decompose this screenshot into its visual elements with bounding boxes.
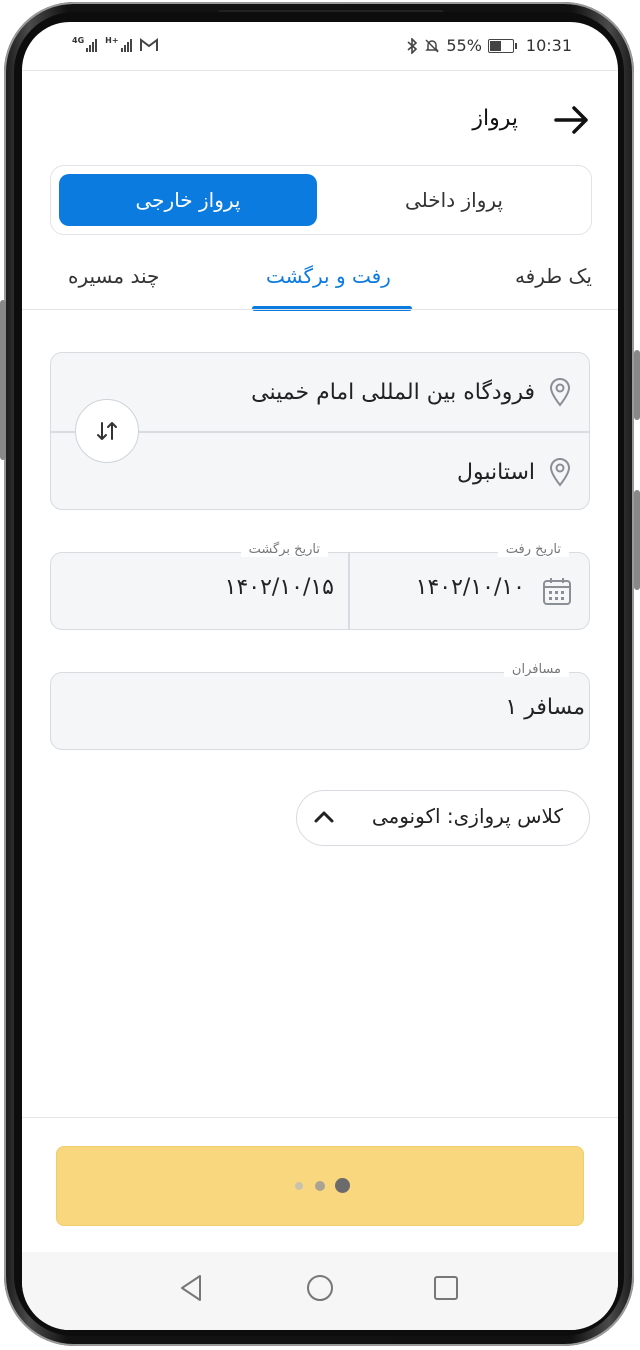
network-type-label: H+ [105,36,119,45]
flight-class-label: کلاس پروازی: اکونومی [371,804,563,828]
clock: 10:31 [525,36,572,55]
passengers-value: ۱ مسافر [505,695,585,720]
phone-side-button [634,350,640,420]
system-navigation-bar [22,1252,618,1330]
signal-icon: H+ [105,36,132,52]
phone-side-button [0,300,6,460]
loading-dot [295,1182,303,1190]
bluetooth-icon [407,37,418,54]
loading-dot [335,1178,350,1193]
search-flights-button[interactable] [56,1146,584,1226]
return-date-label: تاریخ برگشت [240,542,328,557]
passengers-label: مسافران [503,662,569,677]
international-flight-button[interactable]: پرواز خارجی [59,174,317,226]
tab-one-way[interactable]: یک طرفه [515,264,592,288]
mute-icon [425,38,440,53]
trip-type-tabs: یک طرفه رفت و برگشت چند مسیره [22,254,618,311]
gmail-icon [139,38,158,51]
domestic-flight-button[interactable]: پرواز داخلی [325,174,583,226]
location-pin-icon [549,458,571,487]
flight-type-toggle: پرواز خارجی پرواز داخلی [50,165,592,235]
destination-field[interactable]: استانبول [457,433,571,511]
network-type-label: 4G [72,36,85,45]
origin-label: فرودگاه بین المللی امام خمینی [251,379,535,405]
departure-date-label: تاریخ رفت [497,542,569,557]
route-box: فرودگاه بین المللی امام خمینی استانبول [50,352,590,510]
app-screen: 4G H+ 55% 10:31 پرواز پرواز خارجی پرواز … [22,22,618,1330]
departure-date-field[interactable]: تاریخ رفت ۱۴۰۲/۱۰/۱۰ [349,542,589,629]
return-date-value: ۱۴۰۲/۱۰/۱۵ [224,575,334,600]
battery-percent: 55% [446,36,482,55]
departure-date-value: ۱۴۰۲/۱۰/۱۰ [415,575,525,600]
return-date-field[interactable]: تاریخ برگشت ۱۴۰۲/۱۰/۱۵ [51,542,348,629]
app-header: پرواز [22,96,618,144]
status-bar: 4G H+ 55% 10:31 [22,22,618,70]
recents-nav-icon[interactable] [430,1272,462,1304]
swap-route-button[interactable] [75,399,139,463]
back-nav-icon[interactable] [176,1272,208,1304]
tab-round-trip[interactable]: رفت و برگشت [266,264,391,288]
arrow-right-icon[interactable] [552,102,592,138]
status-divider [22,70,618,71]
passengers-field[interactable]: مسافران ۱ مسافر [50,662,590,750]
battery-icon [487,38,517,53]
destination-label: استانبول [457,459,535,485]
flight-class-selector[interactable]: کلاس پروازی: اکونومی [296,790,590,846]
phone-side-button [634,490,640,590]
signal-icon: 4G [72,36,98,52]
tab-multi-city[interactable]: چند مسیره [68,264,159,288]
chevron-up-icon [314,811,334,823]
calendar-icon [543,578,571,605]
home-nav-icon[interactable] [304,1272,336,1304]
loading-dot [315,1181,325,1191]
location-pin-icon [549,378,571,407]
tabs-divider [22,309,618,310]
swap-vertical-icon [97,422,117,440]
page-title: پرواز [472,106,518,131]
footer-divider [22,1117,618,1118]
dates-field: تاریخ رفت ۱۴۰۲/۱۰/۱۰ تاریخ برگشت ۱۴۰۲/۱۰… [50,542,590,630]
origin-field[interactable]: فرودگاه بین المللی امام خمینی [251,353,571,431]
